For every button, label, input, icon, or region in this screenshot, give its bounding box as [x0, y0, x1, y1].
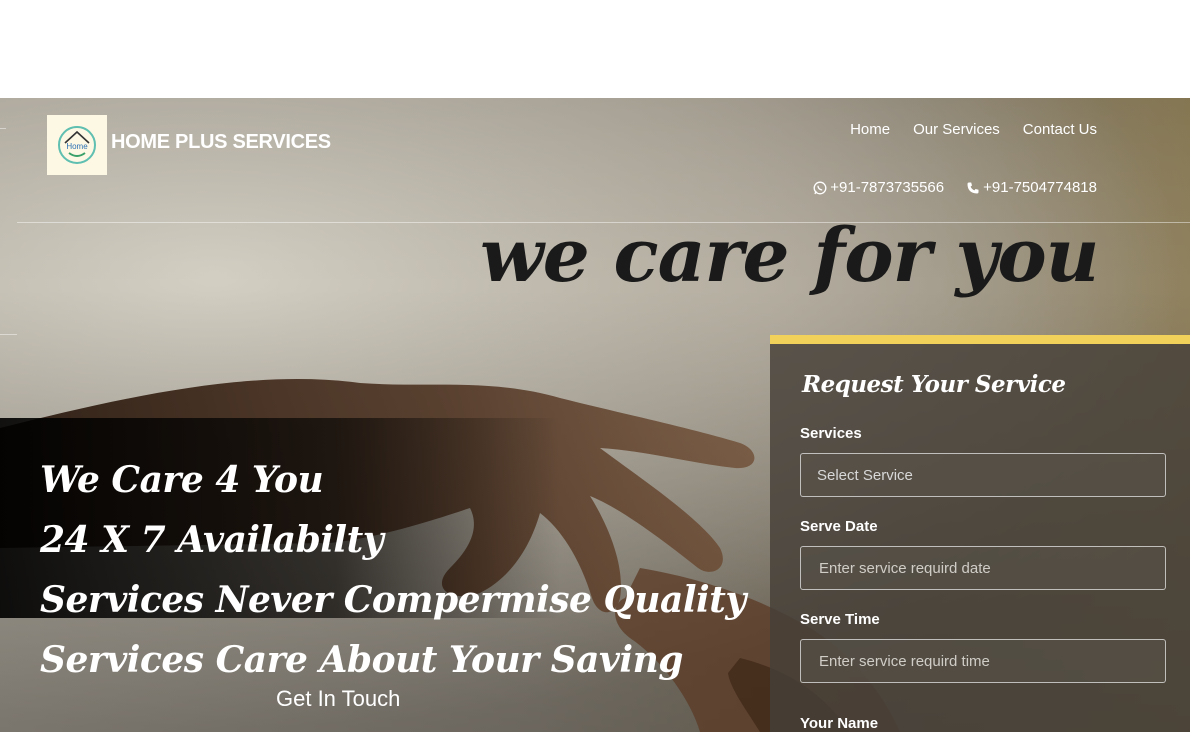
whatsapp-phone-link[interactable]: +91-7873735566 — [813, 179, 944, 196]
contact-phones: +91-7873735566 +91-7504774818 — [813, 179, 1097, 196]
your-name-label: Your Name — [800, 715, 879, 732]
whatsapp-icon — [813, 181, 827, 194]
get-in-touch-button[interactable]: Get In Touch — [276, 686, 400, 712]
services-select-value: Select Service — [817, 466, 913, 484]
hero-banner: Home HOME PLUS SERVICES Home Our Service… — [0, 98, 1190, 732]
nav-our-services[interactable]: Our Services — [913, 121, 1000, 138]
left-edge-line — [0, 334, 17, 335]
tagline: We Care 4 You — [40, 459, 324, 501]
brand-name[interactable]: HOME PLUS SERVICES — [111, 131, 331, 154]
phone-link[interactable]: +91-7504774818 — [966, 179, 1097, 196]
serve-date-label: Serve Date — [800, 518, 878, 535]
hero-script-title: we care for you — [480, 213, 1099, 299]
nav-contact-us[interactable]: Contact Us — [1023, 121, 1097, 138]
services-select[interactable]: Select Service — [800, 453, 1166, 497]
phone-icon — [967, 182, 979, 193]
services-label: Services — [800, 425, 862, 442]
hero-taglines: We Care 4 You 24 X 7 Availabilty Service… — [40, 450, 746, 690]
serve-time-label: Serve Time — [800, 611, 880, 628]
phone-number: +91-7504774818 — [983, 179, 1097, 196]
tagline: Services Care About Your Saving — [40, 639, 683, 681]
tagline: 24 X 7 Availabilty — [40, 519, 384, 561]
home-logo-icon: Home — [58, 126, 96, 164]
nav-home[interactable]: Home — [850, 121, 890, 138]
left-edge-line — [0, 128, 6, 129]
serve-date-input[interactable] — [817, 558, 1149, 578]
serve-time-field-wrapper — [800, 639, 1166, 683]
svg-text:Home: Home — [66, 142, 88, 151]
logo[interactable]: Home — [47, 115, 107, 175]
serve-date-field-wrapper — [800, 546, 1166, 590]
whatsapp-number: +91-7873735566 — [830, 179, 945, 196]
main-nav: Home Our Services Contact Us — [850, 121, 1097, 138]
tagline: Services Never Compermise Quality — [40, 579, 746, 621]
form-accent-bar — [770, 335, 1190, 344]
service-request-form: Request Your Service Services Select Ser… — [770, 335, 1190, 732]
serve-time-input[interactable] — [817, 651, 1149, 671]
form-title: Request Your Service — [802, 371, 1066, 398]
